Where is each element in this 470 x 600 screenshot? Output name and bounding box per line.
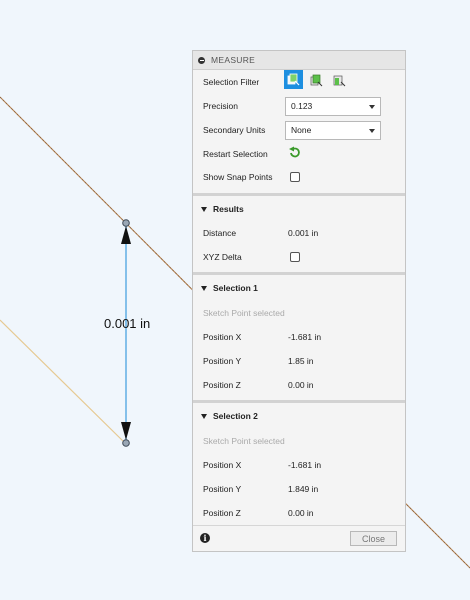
selection1-pos-z-row: Position Z 0.00 in <box>193 375 405 395</box>
precision-dropdown[interactable]: 0.123 <box>285 96 381 116</box>
selection1-subtitle-row: Sketch Point selected <box>193 303 405 323</box>
divider <box>193 272 405 275</box>
selection-filter-row: Selection Filter <box>193 70 405 92</box>
selection2-pos-x-value: -1.681 in <box>288 460 322 470</box>
arrowhead-bottom <box>121 422 131 440</box>
selection-filter-label: Selection Filter <box>203 77 260 87</box>
selection2-title: Selection 2 <box>213 411 258 421</box>
distance-value: 0.001 in <box>288 228 319 238</box>
chevron-down-icon <box>369 104 375 109</box>
chevron-down-icon <box>201 413 207 419</box>
precision-value: 0.123 <box>291 101 313 111</box>
selection1-pos-y-row: Position Y 1.85 in <box>193 351 405 371</box>
selection2-subtitle: Sketch Point selected <box>203 436 285 446</box>
restart-icon <box>288 146 300 157</box>
panel-footer: i Close <box>193 525 405 551</box>
restart-selection-label: Restart Selection <box>203 149 268 159</box>
panel-header[interactable]: MEASURE <box>193 51 405 70</box>
selection2-pos-y-label: Position Y <box>203 484 242 494</box>
selection1-pos-y-value: 1.85 in <box>288 356 314 366</box>
secondary-units-row: Secondary Units None <box>193 120 405 140</box>
divider <box>193 193 405 196</box>
results-title: Results <box>213 204 244 214</box>
panel-title: MEASURE <box>211 55 256 65</box>
selection2-pos-x-row: Position X -1.681 in <box>193 455 405 475</box>
secondary-units-value: None <box>291 125 312 135</box>
selection1-pos-y-label: Position Y <box>203 356 242 366</box>
restart-selection-button[interactable] <box>286 144 302 160</box>
distance-row: Distance 0.001 in <box>193 223 405 243</box>
xyz-delta-label: XYZ Delta <box>203 252 242 262</box>
selection1-title: Selection 1 <box>213 283 258 293</box>
selection1-pos-x-value: -1.681 in <box>288 332 322 342</box>
selection2-pos-z-label: Position Z <box>203 508 241 518</box>
sketch-point-1 <box>122 219 130 227</box>
edge-filter-icon <box>333 75 345 86</box>
secondary-units-dropdown[interactable]: None <box>285 120 381 140</box>
select-edge-filter-button[interactable] <box>331 72 347 88</box>
select-body-filter-button[interactable] <box>284 70 303 89</box>
selection1-section-header[interactable]: Selection 1 <box>201 283 258 293</box>
selection2-pos-y-row: Position Y 1.849 in <box>193 479 405 499</box>
sketch-point-2 <box>122 439 130 447</box>
secondary-units-label: Secondary Units <box>203 125 266 135</box>
xyz-delta-checkbox[interactable] <box>290 252 300 262</box>
selection1-pos-x-label: Position X <box>203 332 242 342</box>
select-face-filter-button[interactable] <box>308 72 324 88</box>
selection2-subtitle-row: Sketch Point selected <box>193 431 405 451</box>
show-snap-points-checkbox[interactable] <box>290 172 300 182</box>
show-snap-points-row: Show Snap Points <box>193 167 405 187</box>
divider <box>193 400 405 403</box>
collapse-icon[interactable] <box>198 56 205 64</box>
distance-label: Distance <box>203 228 237 238</box>
dimension-label: 0.001 in <box>104 316 151 331</box>
show-snap-points-label: Show Snap Points <box>203 172 273 182</box>
selection1-pos-z-value: 0.00 in <box>288 380 314 390</box>
selection2-section-header[interactable]: Selection 2 <box>201 411 258 421</box>
selection1-subtitle: Sketch Point selected <box>203 308 285 318</box>
body-filter-icon <box>287 73 300 86</box>
selection1-pos-x-row: Position X -1.681 in <box>193 327 405 347</box>
sketch-line-lower <box>0 319 127 445</box>
precision-row: Precision 0.123 <box>193 96 405 116</box>
info-icon[interactable]: i <box>200 533 210 543</box>
chevron-down-icon <box>201 285 207 291</box>
results-section-header[interactable]: Results <box>201 204 244 214</box>
chevron-down-icon <box>369 128 375 133</box>
precision-label: Precision <box>203 101 238 111</box>
arrowhead-top <box>121 226 131 244</box>
close-button[interactable]: Close <box>350 531 397 546</box>
selection1-pos-z-label: Position Z <box>203 380 241 390</box>
measure-panel: MEASURE Selection Filter Precision 0.123… <box>192 50 406 552</box>
selection2-pos-z-row: Position Z 0.00 in <box>193 503 405 523</box>
xyz-delta-row: XYZ Delta <box>193 247 405 267</box>
selection2-pos-z-value: 0.00 in <box>288 508 314 518</box>
face-filter-icon <box>310 74 322 86</box>
selection2-pos-y-value: 1.849 in <box>288 484 319 494</box>
selection2-pos-x-label: Position X <box>203 460 242 470</box>
restart-selection-row: Restart Selection <box>193 144 405 164</box>
chevron-down-icon <box>201 206 207 212</box>
